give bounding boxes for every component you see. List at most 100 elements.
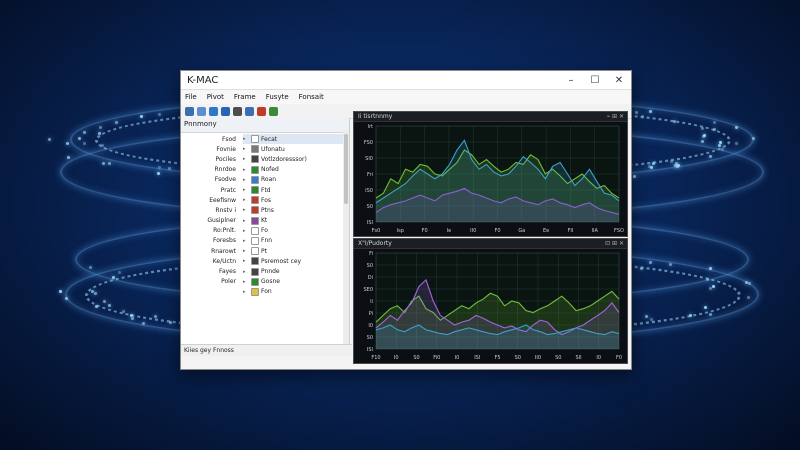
- menu-fonsait[interactable]: Fonsait: [299, 93, 324, 101]
- link-icon[interactable]: [245, 106, 254, 116]
- menu-pivot[interactable]: Pivot: [207, 93, 224, 101]
- property-value-row[interactable]: ▸ Fo: [243, 226, 343, 236]
- wave-icon[interactable]: [209, 106, 218, 116]
- expand-arrow-icon[interactable]: ▸: [243, 218, 251, 224]
- property-name[interactable]: Rnstv i: [185, 205, 240, 215]
- x-tick-label: Fs0: [372, 228, 381, 234]
- settings-icon[interactable]: ⌁: [606, 113, 610, 120]
- expand-arrow-icon[interactable]: ▸: [243, 279, 251, 285]
- expand-arrow-icon[interactable]: ▸: [243, 248, 251, 254]
- property-value-label: Gosne: [261, 278, 280, 286]
- menu-fusyte[interactable]: Fusyte: [266, 93, 289, 101]
- property-value-row[interactable]: ▸ Roan: [243, 175, 343, 185]
- particle: [154, 314, 157, 318]
- chart-panel-bottom: X"I/Pudorty ⊡ ⊞ ✕ F10 I0 S0 Fi0 I0 ISI F5 S0 II0…: [353, 238, 628, 364]
- expand-arrow-icon[interactable]: ▸: [243, 207, 251, 213]
- property-name[interactable]: Rnrdoe: [185, 165, 240, 175]
- particle: [130, 316, 134, 320]
- property-name[interactable]: Foresbs: [185, 236, 240, 246]
- property-value-row[interactable]: ▸ Nofed: [243, 165, 343, 175]
- property-name[interactable]: Eeefisnw: [185, 195, 240, 205]
- chart-icon[interactable]: [269, 106, 278, 116]
- property-value-row[interactable]: ▸ Ftd: [243, 185, 343, 195]
- property-value-label: Fon: [261, 288, 272, 296]
- y-tick-label: SI0: [365, 156, 373, 162]
- property-name[interactable]: Fovnie: [185, 144, 240, 154]
- expand-icon[interactable]: ⊞: [612, 240, 617, 247]
- arrow-icon[interactable]: [185, 106, 194, 116]
- menu-file[interactable]: File: [185, 93, 197, 101]
- property-value-row[interactable]: ▸ Ptns: [243, 205, 343, 215]
- item-icon: [251, 165, 259, 174]
- property-name[interactable]: Rnarowt: [185, 246, 240, 256]
- property-name[interactable]: Fsod: [185, 134, 240, 144]
- vertical-scrollbar[interactable]: [343, 130, 349, 356]
- expand-arrow-icon[interactable]: ▸: [243, 238, 251, 244]
- item-icon: [251, 135, 259, 144]
- x-tick-label: FII: [567, 228, 573, 234]
- expand-arrow-icon[interactable]: ▸: [243, 228, 251, 234]
- y-tick-label: Irt: [368, 124, 374, 130]
- property-value-row[interactable]: ▸ Psremost cey: [243, 256, 343, 266]
- property-value-row[interactable]: ▸ Ufonatu: [243, 144, 343, 154]
- property-value-row[interactable]: ▸ Fon: [243, 287, 343, 297]
- property-value-row[interactable]: ▸ Fos: [243, 195, 343, 205]
- scrollbar-thumb[interactable]: [344, 134, 348, 204]
- expand-arrow-icon[interactable]: ▸: [243, 269, 251, 275]
- particle: [115, 120, 119, 124]
- x-tick-label: II0: [535, 355, 541, 361]
- property-name[interactable]: Pociles: [185, 154, 240, 164]
- y-tick-label: SE0: [363, 287, 373, 293]
- particle: [648, 260, 652, 264]
- property-name[interactable]: Ro:Pnlt.: [185, 226, 240, 236]
- property-value-label: Nofed: [261, 166, 279, 174]
- search-icon[interactable]: [233, 106, 242, 116]
- chart-controls[interactable]: ⌁ ⊞ ✕: [606, 113, 624, 120]
- property-value-row[interactable]: ▸ Fecat: [243, 134, 343, 145]
- close-icon[interactable]: ✕: [619, 113, 624, 120]
- item-icon: [251, 145, 259, 154]
- expand-arrow-icon[interactable]: ▸: [243, 177, 251, 183]
- property-name[interactable]: Pratc: [185, 185, 240, 195]
- expand-arrow-icon[interactable]: ▸: [243, 146, 251, 152]
- property-name[interactable]: Poler: [185, 277, 240, 287]
- y-tick-label: Fi: [369, 251, 373, 257]
- maximize-button[interactable]: ☐: [583, 75, 607, 86]
- menu-frame[interactable]: Frame: [234, 93, 256, 101]
- settings-icon[interactable]: ⊡: [605, 240, 610, 247]
- y-tick-label: FS0: [364, 140, 373, 146]
- property-value-row[interactable]: ▸ Kt: [243, 216, 343, 226]
- expand-arrow-icon[interactable]: ▸: [243, 187, 251, 193]
- property-value-label: Kt: [261, 217, 268, 225]
- property-value-row[interactable]: ▸ Votlzdoresssor): [243, 154, 343, 164]
- minimize-button[interactable]: –: [559, 75, 583, 86]
- expand-arrow-icon[interactable]: ▸: [243, 258, 251, 264]
- x-tick-label: F5: [494, 355, 500, 361]
- title-bar: K-MAC – ☐ ✕: [181, 71, 631, 90]
- chart-controls[interactable]: ⊡ ⊞ ✕: [605, 240, 624, 247]
- close-icon[interactable]: ✕: [619, 240, 624, 247]
- close-button[interactable]: ✕: [607, 75, 631, 86]
- expand-arrow-icon[interactable]: ▸: [243, 167, 251, 173]
- expand-icon[interactable]: ⊞: [612, 113, 617, 120]
- expand-arrow-icon[interactable]: ▸: [243, 289, 251, 295]
- cloud-icon[interactable]: [221, 106, 230, 116]
- property-name[interactable]: Ke/Uctn: [185, 256, 240, 266]
- edit-icon[interactable]: [257, 106, 266, 116]
- menu-bar: File Pivot Frame Fusyte Fonsait: [181, 90, 631, 104]
- property-name[interactable]: Fsodve: [185, 175, 240, 185]
- y-tick-label: Pi: [369, 311, 373, 317]
- property-value-row[interactable]: ▸ Gosne: [243, 277, 343, 287]
- expand-arrow-icon[interactable]: ▸: [243, 197, 251, 203]
- property-value-row[interactable]: ▸ Fnn: [243, 236, 343, 246]
- property-value-row[interactable]: ▸ Pnnde: [243, 266, 343, 276]
- y-tick-label: I0: [368, 323, 373, 329]
- expand-arrow-icon[interactable]: ▸: [243, 156, 251, 162]
- pointer-icon[interactable]: [197, 106, 206, 116]
- property-name[interactable]: Fayes: [185, 266, 240, 276]
- property-value-label: Ptns: [261, 206, 274, 214]
- property-name[interactable]: Gusiplner: [185, 216, 240, 226]
- x-tick-label: F10: [371, 355, 380, 361]
- property-value-row[interactable]: ▸ Pt: [243, 246, 343, 256]
- expand-arrow-icon[interactable]: ▸: [243, 136, 251, 142]
